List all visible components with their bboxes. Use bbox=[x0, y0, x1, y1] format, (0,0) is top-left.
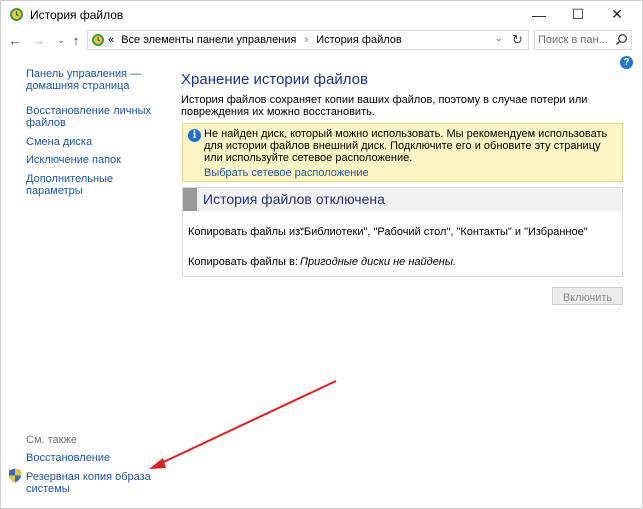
no-drive-warning: i Не найден диск, который можно использо… bbox=[182, 123, 623, 182]
close-button[interactable]: ✕ bbox=[598, 1, 636, 28]
file-history-icon bbox=[10, 8, 23, 21]
warning-text: Не найден диск, который можно использова… bbox=[204, 128, 608, 164]
search-box[interactable] bbox=[534, 30, 632, 50]
annotation-arrow-icon bbox=[149, 380, 337, 469]
sidebar-item-exclude-folders[interactable]: Исключение папок bbox=[26, 154, 156, 166]
breadcrumb-all-control-panel-items[interactable]: Все элементы панели управления bbox=[121, 34, 296, 46]
search-icon[interactable] bbox=[615, 33, 628, 46]
status-title: История файлов отключена bbox=[203, 191, 385, 207]
copy-from-value: "Библиотеки", "Рабочий стол", "Контакты"… bbox=[300, 226, 588, 238]
address-dropdown-chevron-icon[interactable]: ⌄ bbox=[495, 33, 503, 44]
see-also-recovery-link[interactable]: Восстановление bbox=[26, 452, 110, 464]
breadcrumb-overflow[interactable]: « bbox=[108, 34, 114, 46]
status-indicator-bar bbox=[183, 188, 197, 211]
back-arrow-icon[interactable]: ← bbox=[7, 31, 23, 49]
file-history-window: История файлов — ☐ ✕ ← → ⌄ ↑ « Все элеме… bbox=[0, 0, 643, 509]
info-icon: i bbox=[188, 129, 201, 142]
sidebar-item-change-drive[interactable]: Смена диска bbox=[26, 136, 156, 148]
forward-arrow-icon[interactable]: → bbox=[31, 31, 47, 49]
copy-from-label: Копировать файлы из: bbox=[188, 226, 304, 238]
navigation-bar: ← → ⌄ ↑ « Все элементы панели управления… bbox=[1, 28, 642, 53]
search-input[interactable] bbox=[538, 33, 612, 47]
window-title: История файлов bbox=[30, 8, 124, 22]
enable-button[interactable]: Включить bbox=[552, 287, 623, 305]
refresh-icon[interactable]: ↻ bbox=[512, 32, 523, 48]
see-also-heading: См. также bbox=[26, 434, 77, 446]
uac-shield-icon bbox=[9, 468, 21, 483]
page-description: История файлов сохраняет копии ваших фай… bbox=[181, 94, 588, 118]
title-bar: История файлов — ☐ ✕ bbox=[1, 1, 642, 28]
breadcrumb: « Все элементы панели управления › Истор… bbox=[108, 34, 402, 46]
minimize-button[interactable]: — bbox=[520, 1, 558, 28]
select-network-location-link[interactable]: Выбрать сетевое расположение bbox=[204, 167, 369, 179]
see-also-system-image-backup-link[interactable]: Резервная копия образа системы bbox=[26, 471, 156, 495]
status-header: История файлов отключена bbox=[183, 188, 622, 211]
sidebar-item-control-panel-home[interactable]: Панель управления — домашняя страница bbox=[26, 68, 156, 92]
copy-to-label: Копировать файлы в: bbox=[188, 256, 298, 268]
sidebar-item-advanced-settings[interactable]: Дополнительные параметры bbox=[26, 173, 156, 197]
sidebar-item-restore-personal-files[interactable]: Восстановление личных файлов bbox=[26, 105, 156, 129]
recent-locations-chevron-icon[interactable]: ⌄ bbox=[53, 31, 69, 49]
maximize-button[interactable]: ☐ bbox=[559, 1, 597, 28]
address-bar[interactable]: « Все элементы панели управления › Истор… bbox=[87, 30, 529, 50]
breadcrumb-separator[interactable]: › bbox=[304, 34, 308, 46]
copy-to-value: Пригодные диски не найдены. bbox=[300, 256, 457, 268]
file-history-status-panel: История файлов отключена Копировать файл… bbox=[182, 187, 623, 277]
help-icon[interactable]: ? bbox=[620, 56, 633, 69]
up-arrow-icon[interactable]: ↑ bbox=[68, 31, 84, 49]
breadcrumb-file-history[interactable]: История файлов bbox=[316, 34, 402, 46]
page-title: Хранение истории файлов bbox=[181, 71, 368, 88]
control-panel-icon bbox=[92, 34, 104, 46]
